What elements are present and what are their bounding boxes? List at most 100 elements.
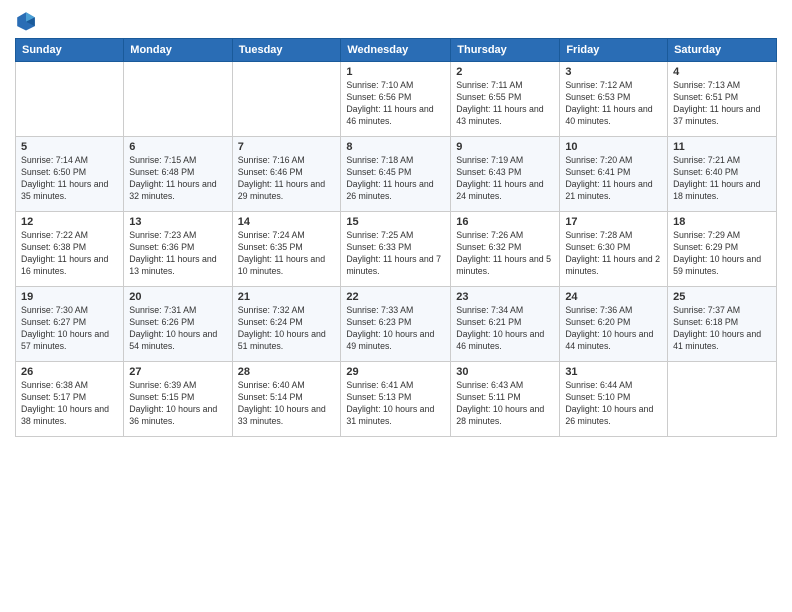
calendar-week-row: 1 Sunrise: 7:10 AM Sunset: 6:56 PM Daylig… bbox=[16, 62, 777, 137]
calendar-cell bbox=[232, 62, 341, 137]
day-info: Sunrise: 7:12 AM Sunset: 6:53 PM Dayligh… bbox=[565, 80, 662, 128]
calendar-cell: 6 Sunrise: 7:15 AM Sunset: 6:48 PM Daylig… bbox=[124, 137, 232, 212]
day-info: Sunrise: 7:32 AM Sunset: 6:24 PM Dayligh… bbox=[238, 305, 336, 353]
calendar-cell: 24 Sunrise: 7:36 AM Sunset: 6:20 PM Dayli… bbox=[560, 287, 668, 362]
calendar-week-row: 5 Sunrise: 7:14 AM Sunset: 6:50 PM Daylig… bbox=[16, 137, 777, 212]
calendar-cell: 3 Sunrise: 7:12 AM Sunset: 6:53 PM Daylig… bbox=[560, 62, 668, 137]
weekday-header: Sunday bbox=[16, 39, 124, 62]
day-info: Sunrise: 7:28 AM Sunset: 6:30 PM Dayligh… bbox=[565, 230, 662, 278]
day-info: Sunrise: 7:22 AM Sunset: 6:38 PM Dayligh… bbox=[21, 230, 118, 278]
day-info: Sunrise: 7:18 AM Sunset: 6:45 PM Dayligh… bbox=[346, 155, 445, 203]
calendar-cell: 14Sunrise: 7:24 AM Sunset: 6:35 PM Dayli… bbox=[232, 212, 341, 287]
day-info: Sunrise: 7:11 AM Sunset: 6:55 PM Dayligh… bbox=[456, 80, 554, 128]
day-number: 31 bbox=[565, 366, 662, 378]
calendar-cell: 25 Sunrise: 7:37 AM Sunset: 6:18 PM Dayli… bbox=[668, 287, 777, 362]
day-number: 28 bbox=[238, 366, 336, 378]
day-info: Sunrise: 7:20 AM Sunset: 6:41 PM Dayligh… bbox=[565, 155, 662, 203]
weekday-header: Monday bbox=[124, 39, 232, 62]
day-number: 13 bbox=[129, 216, 226, 228]
day-info: Sunrise: 6:39 AM Sunset: 5:15 PM Dayligh… bbox=[129, 380, 226, 428]
calendar-cell: 27 Sunrise: 6:39 AM Sunset: 5:15 PM Dayli… bbox=[124, 362, 232, 437]
day-info: Sunrise: 7:15 AM Sunset: 6:48 PM Dayligh… bbox=[129, 155, 226, 203]
calendar-cell: 5 Sunrise: 7:14 AM Sunset: 6:50 PM Daylig… bbox=[16, 137, 124, 212]
day-number: 19 bbox=[21, 291, 118, 303]
calendar-cell bbox=[668, 362, 777, 437]
calendar-cell: 26Sunrise: 6:38 AM Sunset: 5:17 PM Dayli… bbox=[16, 362, 124, 437]
calendar-cell: 2 Sunrise: 7:11 AM Sunset: 6:55 PM Daylig… bbox=[451, 62, 560, 137]
day-number: 20 bbox=[129, 291, 226, 303]
day-number: 2 bbox=[456, 66, 554, 78]
calendar-cell: 18Sunrise: 7:29 AM Sunset: 6:29 PM Dayli… bbox=[668, 212, 777, 287]
day-info: Sunrise: 7:10 AM Sunset: 6:56 PM Dayligh… bbox=[346, 80, 445, 128]
day-number: 12 bbox=[21, 216, 118, 228]
calendar-cell: 10 Sunrise: 7:20 AM Sunset: 6:41 PM Dayli… bbox=[560, 137, 668, 212]
calendar-cell: 29Sunrise: 6:41 AM Sunset: 5:13 PM Dayli… bbox=[341, 362, 451, 437]
day-number: 17 bbox=[565, 216, 662, 228]
calendar-cell: 15 Sunrise: 7:25 AM Sunset: 6:33 PM Dayli… bbox=[341, 212, 451, 287]
day-info: Sunrise: 6:38 AM Sunset: 5:17 PM Dayligh… bbox=[21, 380, 118, 428]
calendar-cell: 22Sunrise: 7:33 AM Sunset: 6:23 PM Dayli… bbox=[341, 287, 451, 362]
page: SundayMondayTuesdayWednesdayThursdayFrid… bbox=[0, 0, 792, 612]
day-info: Sunrise: 7:31 AM Sunset: 6:26 PM Dayligh… bbox=[129, 305, 226, 353]
day-info: Sunrise: 7:30 AM Sunset: 6:27 PM Dayligh… bbox=[21, 305, 118, 353]
day-number: 15 bbox=[346, 216, 445, 228]
calendar-table: SundayMondayTuesdayWednesdayThursdayFrid… bbox=[15, 38, 777, 437]
day-number: 9 bbox=[456, 141, 554, 153]
day-number: 23 bbox=[456, 291, 554, 303]
weekday-header: Wednesday bbox=[341, 39, 451, 62]
day-number: 14 bbox=[238, 216, 336, 228]
logo bbox=[15, 10, 41, 32]
day-info: Sunrise: 7:25 AM Sunset: 6:33 PM Dayligh… bbox=[346, 230, 445, 278]
day-info: Sunrise: 6:40 AM Sunset: 5:14 PM Dayligh… bbox=[238, 380, 336, 428]
day-number: 4 bbox=[673, 66, 771, 78]
calendar-cell: 28 Sunrise: 6:40 AM Sunset: 5:14 PM Dayli… bbox=[232, 362, 341, 437]
logo-icon bbox=[15, 10, 37, 32]
day-number: 27 bbox=[129, 366, 226, 378]
calendar-cell: 20 Sunrise: 7:31 AM Sunset: 6:26 PM Dayli… bbox=[124, 287, 232, 362]
day-info: Sunrise: 7:19 AM Sunset: 6:43 PM Dayligh… bbox=[456, 155, 554, 203]
day-number: 21 bbox=[238, 291, 336, 303]
calendar-cell: 13 Sunrise: 7:23 AM Sunset: 6:36 PM Dayli… bbox=[124, 212, 232, 287]
weekday-header: Saturday bbox=[668, 39, 777, 62]
day-info: Sunrise: 7:37 AM Sunset: 6:18 PM Dayligh… bbox=[673, 305, 771, 353]
calendar-cell: 21 Sunrise: 7:32 AM Sunset: 6:24 PM Dayli… bbox=[232, 287, 341, 362]
day-number: 24 bbox=[565, 291, 662, 303]
day-info: Sunrise: 7:23 AM Sunset: 6:36 PM Dayligh… bbox=[129, 230, 226, 278]
calendar-cell: 23 Sunrise: 7:34 AM Sunset: 6:21 PM Dayli… bbox=[451, 287, 560, 362]
calendar-cell: 16 Sunrise: 7:26 AM Sunset: 6:32 PM Dayli… bbox=[451, 212, 560, 287]
calendar-week-row: 12 Sunrise: 7:22 AM Sunset: 6:38 PM Dayli… bbox=[16, 212, 777, 287]
day-info: Sunrise: 7:34 AM Sunset: 6:21 PM Dayligh… bbox=[456, 305, 554, 353]
calendar-cell: 17 Sunrise: 7:28 AM Sunset: 6:30 PM Dayli… bbox=[560, 212, 668, 287]
weekday-header: Thursday bbox=[451, 39, 560, 62]
day-number: 8 bbox=[346, 141, 445, 153]
day-info: Sunrise: 7:33 AM Sunset: 6:23 PM Dayligh… bbox=[346, 305, 445, 353]
day-number: 25 bbox=[673, 291, 771, 303]
day-info: Sunrise: 6:44 AM Sunset: 5:10 PM Dayligh… bbox=[565, 380, 662, 428]
day-number: 7 bbox=[238, 141, 336, 153]
calendar-week-row: 19 Sunrise: 7:30 AM Sunset: 6:27 PM Dayli… bbox=[16, 287, 777, 362]
calendar-cell: 9 Sunrise: 7:19 AM Sunset: 6:43 PM Daylig… bbox=[451, 137, 560, 212]
day-number: 10 bbox=[565, 141, 662, 153]
day-info: Sunrise: 7:36 AM Sunset: 6:20 PM Dayligh… bbox=[565, 305, 662, 353]
calendar-cell: 12 Sunrise: 7:22 AM Sunset: 6:38 PM Dayli… bbox=[16, 212, 124, 287]
calendar-cell: 31 Sunrise: 6:44 AM Sunset: 5:10 PM Dayli… bbox=[560, 362, 668, 437]
calendar-cell bbox=[16, 62, 124, 137]
day-info: Sunrise: 7:16 AM Sunset: 6:46 PM Dayligh… bbox=[238, 155, 336, 203]
calendar-week-row: 26Sunrise: 6:38 AM Sunset: 5:17 PM Dayli… bbox=[16, 362, 777, 437]
weekday-header: Friday bbox=[560, 39, 668, 62]
day-number: 3 bbox=[565, 66, 662, 78]
day-info: Sunrise: 6:41 AM Sunset: 5:13 PM Dayligh… bbox=[346, 380, 445, 428]
day-info: Sunrise: 7:29 AM Sunset: 6:29 PM Dayligh… bbox=[673, 230, 771, 278]
header bbox=[15, 10, 777, 32]
day-number: 16 bbox=[456, 216, 554, 228]
day-number: 1 bbox=[346, 66, 445, 78]
day-info: Sunrise: 7:14 AM Sunset: 6:50 PM Dayligh… bbox=[21, 155, 118, 203]
day-info: Sunrise: 7:26 AM Sunset: 6:32 PM Dayligh… bbox=[456, 230, 554, 278]
calendar-cell: 11Sunrise: 7:21 AM Sunset: 6:40 PM Dayli… bbox=[668, 137, 777, 212]
day-number: 5 bbox=[21, 141, 118, 153]
calendar-cell: 30Sunrise: 6:43 AM Sunset: 5:11 PM Dayli… bbox=[451, 362, 560, 437]
day-number: 11 bbox=[673, 141, 771, 153]
day-number: 30 bbox=[456, 366, 554, 378]
day-number: 6 bbox=[129, 141, 226, 153]
calendar-cell: 19 Sunrise: 7:30 AM Sunset: 6:27 PM Dayli… bbox=[16, 287, 124, 362]
